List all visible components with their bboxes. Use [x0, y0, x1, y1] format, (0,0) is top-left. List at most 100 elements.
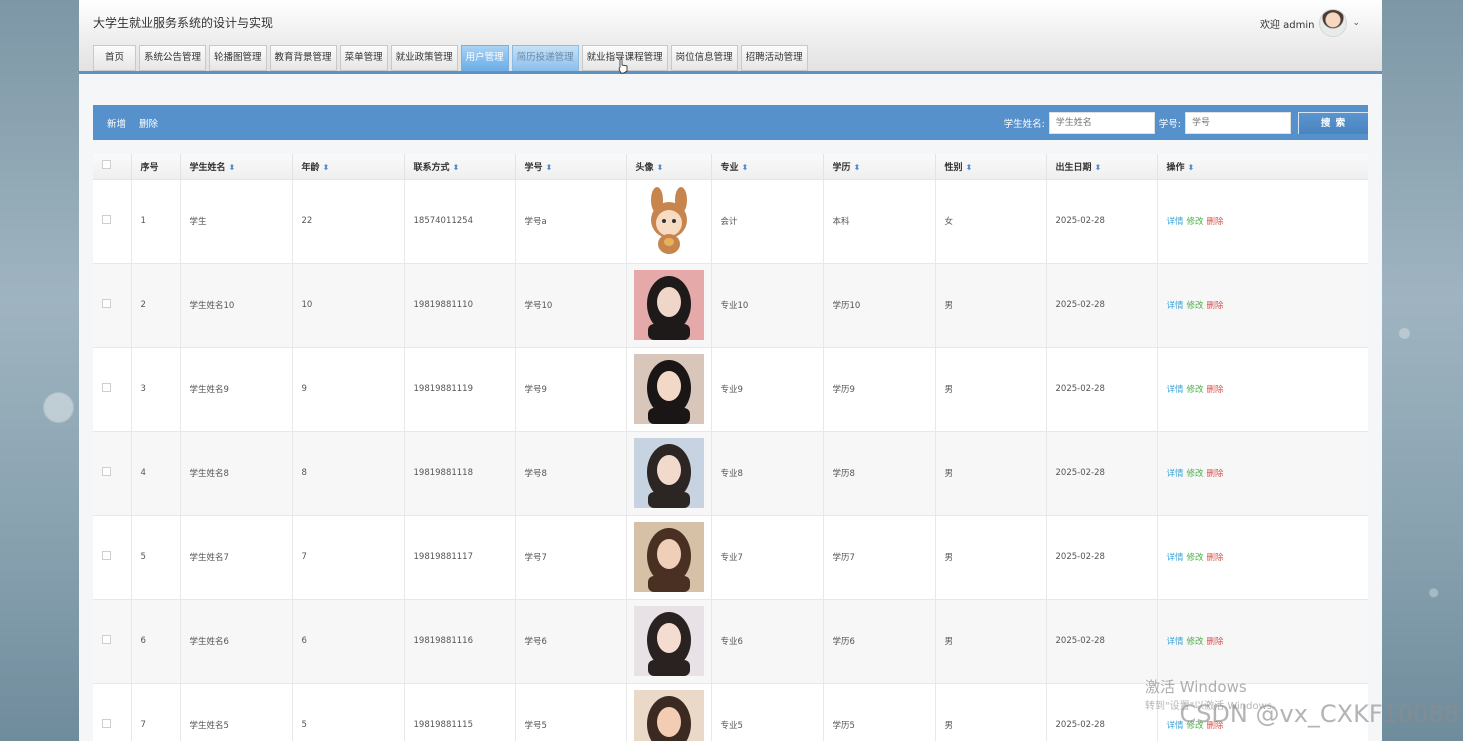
user-menu[interactable]: 欢迎 admin ⌄ [1260, 9, 1360, 37]
column-header[interactable]: 出生日期 ⬍ [1046, 154, 1158, 180]
column-header[interactable]: 年龄 ⬍ [292, 154, 405, 180]
sort-icon[interactable]: ⬍ [854, 163, 861, 172]
table-row: 3 学生姓名9 9 19819881119 学号9 专业9 学历9 男 2025-02-28 详情… [93, 347, 1368, 432]
row-checkbox[interactable] [102, 467, 111, 476]
edit-link[interactable]: 修改 [1187, 553, 1204, 563]
delete-link[interactable]: 删除 [1207, 553, 1224, 563]
row-checkbox[interactable] [102, 551, 111, 560]
cell-phone: 19819881116 [404, 599, 516, 684]
column-header-label: 学号 [524, 162, 543, 173]
delete-link[interactable]: 删除 [1207, 469, 1224, 479]
cell-sid: 学号7 [515, 515, 627, 600]
detail-link[interactable]: 详情 [1167, 385, 1184, 395]
column-header[interactable]: 学号 ⬍ [515, 154, 627, 180]
cell-name: 学生姓名6 [180, 599, 293, 684]
table-row: 2 学生姓名10 10 19819881110 学号10 专业10 学历10 男 2025-02… [93, 263, 1368, 348]
column-header-label: 学历 [832, 162, 851, 173]
nav-tab[interactable]: 轮播图管理 [209, 45, 267, 71]
row-select-cell [93, 683, 132, 741]
select-all-checkbox[interactable] [102, 160, 111, 170]
row-actions: 详情 修改 删除 [1157, 599, 1368, 684]
column-header[interactable]: 头像 ⬍ [626, 154, 712, 180]
cell-name: 学生姓名10 [180, 263, 293, 348]
row-select-cell [93, 599, 132, 684]
cell-gender: 男 [935, 599, 1047, 684]
detail-link[interactable]: 详情 [1167, 301, 1184, 311]
student-photo [633, 690, 704, 741]
cell-birth: 2025-02-28 [1046, 515, 1158, 600]
cell-phone: 19819881117 [404, 515, 516, 600]
edit-link[interactable]: 修改 [1187, 469, 1204, 479]
cell-idx: 4 [131, 431, 181, 516]
column-header[interactable]: 操作 ⬍ [1157, 154, 1368, 180]
nav-tab[interactable]: 教育背景管理 [269, 45, 337, 71]
detail-link[interactable]: 详情 [1167, 637, 1184, 647]
column-header-label: 年龄 [301, 162, 320, 173]
cell-birth: 2025-02-28 [1046, 347, 1158, 432]
sort-icon[interactable]: ⬍ [1095, 163, 1102, 172]
search-button[interactable]: 搜 索 [1298, 111, 1368, 134]
column-header[interactable]: 联系方式 ⬍ [404, 154, 516, 180]
row-checkbox[interactable] [102, 299, 111, 308]
delete-link[interactable]: 删除 [1207, 301, 1224, 311]
cell-edu: 学历8 [823, 431, 936, 516]
table-row: 5 学生姓名7 7 19819881117 学号7 专业7 学历7 男 2025-02-28 详情… [93, 515, 1368, 600]
nav-tab[interactable]: 招聘活动管理 [740, 45, 808, 71]
cell-phone: 19819881110 [404, 263, 516, 348]
cell-name: 学生姓名8 [180, 431, 293, 516]
sort-icon[interactable]: ⬍ [453, 163, 460, 172]
sort-icon[interactable]: ⬍ [657, 163, 664, 172]
student-photo [633, 606, 704, 676]
delete-link[interactable]: 删除 [1207, 637, 1224, 647]
cell-gender: 男 [935, 347, 1047, 432]
student-number-input[interactable] [1185, 111, 1291, 134]
add-button[interactable]: 新增 [107, 116, 126, 130]
edit-link[interactable]: 修改 [1187, 385, 1204, 395]
chevron-down-icon[interactable]: ⌄ [1352, 18, 1360, 28]
sort-icon[interactable]: ⬍ [546, 163, 553, 172]
student-name-input[interactable] [1048, 111, 1155, 134]
row-actions: 详情 修改 删除 [1157, 431, 1368, 516]
sort-icon[interactable]: ⬍ [229, 163, 236, 172]
column-header[interactable]: 性别 ⬍ [935, 154, 1047, 180]
cell-birth: 2025-02-28 [1046, 599, 1158, 684]
cell-age: 22 [292, 179, 405, 264]
column-header[interactable]: 专业 ⬍ [711, 154, 824, 180]
delete-link[interactable]: 删除 [1207, 385, 1224, 395]
edit-link[interactable]: 修改 [1187, 637, 1204, 647]
cell-avatar [626, 431, 712, 516]
row-checkbox[interactable] [102, 215, 111, 224]
cell-phone: 19819881119 [404, 347, 516, 432]
batch-delete-button[interactable]: 删除 [139, 116, 158, 130]
column-header[interactable]: 序号 [131, 154, 181, 180]
sort-icon[interactable]: ⬍ [323, 163, 330, 172]
sort-icon[interactable]: ⬍ [966, 163, 973, 172]
column-header[interactable]: 学生姓名 ⬍ [180, 154, 293, 180]
cell-age: 10 [292, 263, 405, 348]
delete-link[interactable]: 删除 [1207, 217, 1224, 227]
user-avatar[interactable] [1319, 9, 1348, 37]
sort-icon[interactable]: ⬍ [742, 163, 749, 172]
main-nav: 首页 系统公告管理 轮播图管理 教育背景管理 菜单管理 就业政策管理 用户管理 简历投递管理就… [93, 45, 808, 71]
nav-tab[interactable]: 岗位信息管理 [670, 45, 738, 71]
nav-tab[interactable]: 就业政策管理 [390, 45, 458, 71]
cell-age: 7 [292, 515, 405, 600]
cell-major: 专业7 [711, 515, 824, 600]
row-select-cell [93, 515, 132, 600]
row-checkbox[interactable] [102, 635, 111, 644]
row-checkbox[interactable] [102, 719, 111, 728]
row-checkbox[interactable] [102, 383, 111, 392]
nav-tab[interactable]: 简历投递管理 [511, 45, 579, 71]
column-header[interactable]: 学历 ⬍ [823, 154, 936, 180]
detail-link[interactable]: 详情 [1167, 469, 1184, 479]
nav-tab[interactable]: 系统公告管理 [139, 45, 207, 71]
cell-gender: 女 [935, 179, 1047, 264]
detail-link[interactable]: 详情 [1167, 217, 1184, 227]
nav-tab[interactable]: 首页 [93, 45, 137, 71]
nav-tab[interactable]: 用户管理 [460, 45, 509, 71]
edit-link[interactable]: 修改 [1187, 301, 1204, 311]
nav-tab[interactable]: 菜单管理 [339, 45, 388, 71]
edit-link[interactable]: 修改 [1187, 217, 1204, 227]
sort-icon[interactable]: ⬍ [1188, 163, 1195, 172]
detail-link[interactable]: 详情 [1167, 553, 1184, 563]
